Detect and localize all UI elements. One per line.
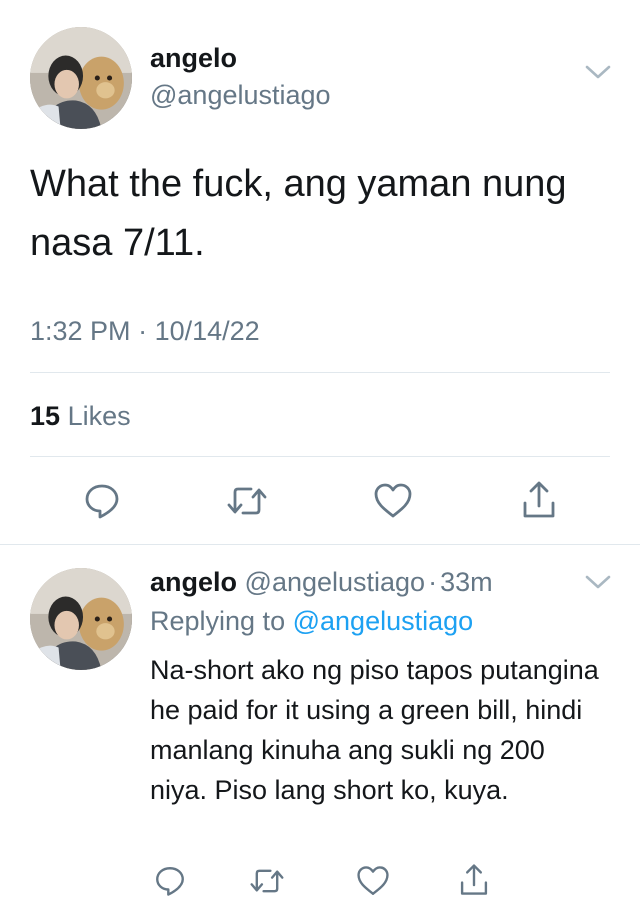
user-handle[interactable]: @angelustiago bbox=[150, 80, 331, 111]
reply-text: Na-short ako ng piso tapos putangina he … bbox=[150, 655, 599, 805]
display-name[interactable]: angelo bbox=[150, 43, 237, 74]
retweet-icon[interactable] bbox=[248, 864, 286, 898]
reply-user-handle[interactable]: @angelustiago bbox=[245, 567, 426, 597]
tweet-timestamp[interactable]: 1:32 PM · 10/14/22 bbox=[30, 316, 260, 347]
chevron-down-icon[interactable] bbox=[584, 573, 612, 591]
likes-count[interactable]: 15 Likes bbox=[30, 401, 131, 432]
reply-age[interactable]: 33m bbox=[440, 567, 493, 597]
reply-icon[interactable] bbox=[82, 481, 122, 521]
reply-dot: · bbox=[428, 567, 438, 597]
share-icon[interactable] bbox=[519, 479, 559, 521]
divider bbox=[30, 372, 610, 373]
share-icon[interactable] bbox=[457, 862, 491, 898]
like-icon[interactable] bbox=[355, 864, 391, 898]
divider bbox=[30, 456, 610, 457]
avatar-photo bbox=[30, 568, 132, 670]
avatar-photo bbox=[30, 27, 132, 129]
tweet-date: 10/14/22 bbox=[154, 316, 260, 346]
reply-header: angelo @angelustiago · 33m bbox=[150, 567, 493, 598]
reply-icon[interactable] bbox=[153, 864, 187, 898]
reply-avatar[interactable] bbox=[30, 568, 132, 670]
retweet-icon[interactable] bbox=[225, 481, 269, 521]
tweet-text: What the fuck, ang yaman nung nasa 7/11. bbox=[30, 163, 567, 264]
replying-to: Replying to @angelustiago bbox=[150, 606, 473, 637]
avatar[interactable] bbox=[30, 27, 132, 129]
timestamp-separator: · bbox=[138, 316, 148, 346]
like-icon[interactable] bbox=[372, 481, 414, 521]
section-divider bbox=[0, 544, 640, 545]
likes-number: 15 bbox=[30, 401, 61, 431]
chevron-down-icon[interactable] bbox=[584, 63, 612, 81]
tweet-time: 1:32 PM bbox=[30, 316, 131, 346]
replying-to-handle[interactable]: @angelustiago bbox=[293, 606, 474, 636]
reply-display-name[interactable]: angelo bbox=[150, 567, 237, 597]
likes-label: Likes bbox=[67, 401, 131, 431]
replying-to-label: Replying to bbox=[150, 606, 286, 636]
